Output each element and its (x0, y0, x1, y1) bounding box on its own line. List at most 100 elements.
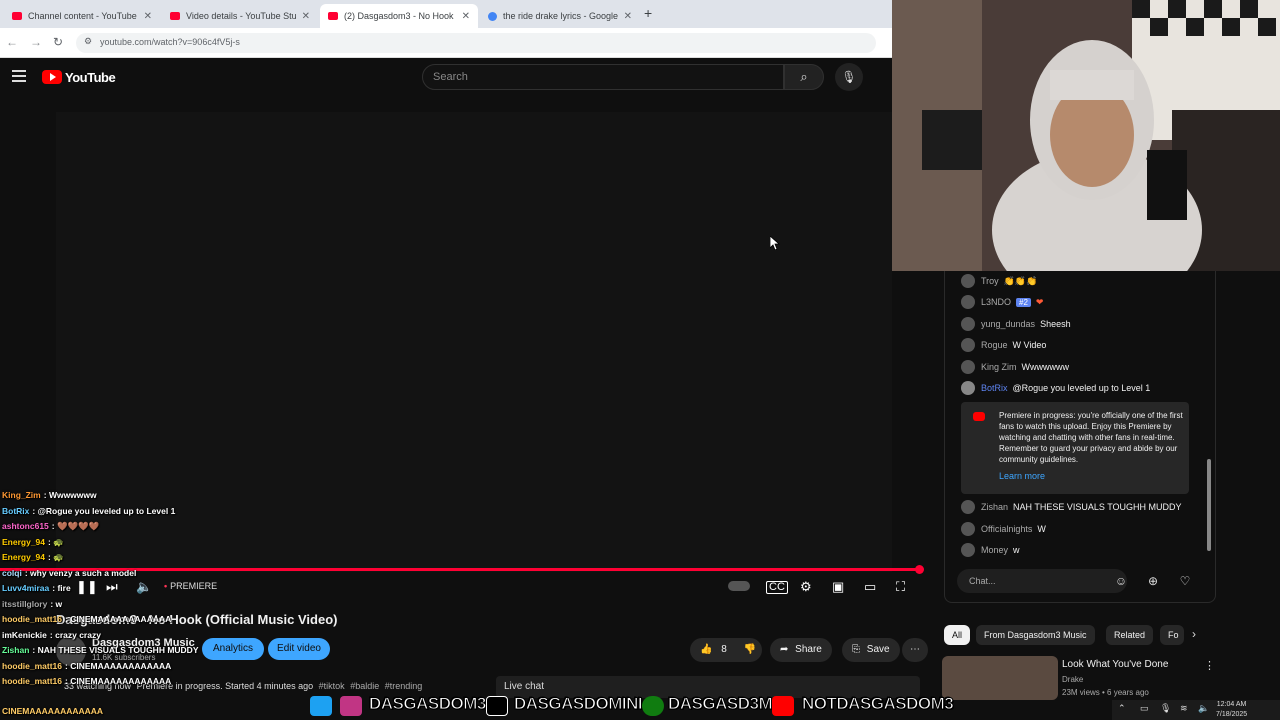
address-bar-row: ← → ↻ ⚙ youtube.com/watch?v=906c4fV5j-s (0, 28, 892, 58)
related-video-title[interactable]: Look What You've Done (1062, 659, 1168, 670)
wifi-icon[interactable]: ≋ (1180, 703, 1188, 714)
menu-hamburger-icon[interactable] (12, 70, 26, 82)
xbox-icon (642, 696, 664, 716)
bookmark-icon: ⎘ (852, 644, 860, 655)
browser-tab-google[interactable]: the ride drake lyrics - Google S ✕ (480, 4, 640, 28)
autoplay-toggle[interactable] (728, 581, 750, 591)
chevron-right-icon[interactable]: › (1192, 627, 1196, 641)
youtube-favicon-icon (328, 12, 338, 20)
chip-related[interactable]: Related (1106, 625, 1154, 645)
reload-icon[interactable]: ↻ (53, 35, 63, 49)
add-icon[interactable]: ⊕ (1143, 571, 1163, 591)
thumbs-down-icon[interactable]: 👎 (744, 644, 756, 655)
overlay-chat-line: imKenickie: crazy crazy (2, 630, 101, 640)
youtube-logo-text[interactable]: YouTube (65, 70, 116, 85)
avatar (961, 274, 975, 288)
search-placeholder: Search (433, 71, 468, 83)
chip-all[interactable]: All (944, 625, 971, 645)
browser-tab-video-details[interactable]: Video details - YouTube Studio ✕ (162, 4, 318, 28)
new-tab-button[interactable]: + (644, 5, 652, 21)
video-progress-bar[interactable] (0, 568, 920, 571)
network-icon[interactable]: ▭ (1140, 703, 1149, 714)
avatar (961, 543, 975, 557)
avatar (961, 522, 975, 536)
overlay-chat-line: Zishan: NAH THESE VISUALS TOUGHH MUDDY (2, 645, 199, 655)
hashtag[interactable]: #trending (385, 681, 423, 691)
overlay-chat-line: King_Zim: Wwwwwww (2, 490, 97, 500)
browser-tab-channel-content[interactable]: Channel content - YouTube Stu ✕ (4, 4, 160, 28)
forward-arrow-icon[interactable]: → (30, 35, 42, 49)
chip-for-you[interactable]: Fo (1160, 625, 1184, 645)
microphone-icon: 🎙 (841, 70, 857, 84)
fullscreen-icon[interactable]: ⛶ (896, 579, 905, 595)
voice-search-button[interactable]: 🎙 (835, 63, 863, 91)
tray-chevron-icon[interactable]: ⌃ (1118, 703, 1126, 714)
settings-gear-icon[interactable]: ⚙ (800, 579, 812, 595)
share-button[interactable]: ➦ Share (770, 638, 832, 662)
search-icon: ⌕ (800, 69, 808, 84)
like-count: 8 (721, 644, 727, 655)
more-actions-button[interactable]: ⋯ (902, 638, 928, 662)
chat-message: L3NDO #2 ❤ (961, 294, 1043, 310)
learn-more-link[interactable]: Learn more (999, 471, 1045, 481)
chat-message: Troy 👏👏👏 (961, 273, 1037, 289)
chat-message: King Zim Wwwwwww (961, 359, 1069, 375)
overlay-chat-line: colqi: why venzy a such a model (2, 568, 137, 578)
search-input[interactable]: Search (422, 64, 784, 90)
avatar (961, 338, 975, 352)
avatar (961, 360, 975, 374)
captions-icon[interactable]: CC (766, 581, 788, 594)
overlay-chat-line: Luvv4miraa: fire (2, 583, 71, 593)
close-tab-icon[interactable]: ✕ (302, 11, 310, 22)
avatar (961, 317, 975, 331)
chat-message: Money w (961, 542, 1020, 558)
overlay-chat-line: BotRix: @Rogue you leveled up to Level 1 (2, 506, 176, 516)
webcam-overlay (892, 0, 1280, 271)
chat-scrollbar[interactable] (1207, 459, 1211, 551)
more-vertical-icon[interactable]: ⋮ (1204, 659, 1215, 672)
edit-video-button[interactable]: Edit video (268, 638, 330, 660)
heart-icon[interactable]: ♡ (1175, 571, 1195, 591)
progress-scrubber[interactable] (915, 565, 924, 574)
overlay-chat-line: itsstillglory: w (2, 599, 63, 609)
pause-icon[interactable]: ❚❚ (76, 579, 98, 595)
analytics-button[interactable]: Analytics (202, 638, 264, 660)
hashtag[interactable]: #tiktok (319, 681, 345, 691)
emoji-icon[interactable]: ☺ (1111, 571, 1131, 591)
miniplayer-icon[interactable]: ▣ (832, 579, 844, 595)
system-clock[interactable]: 12:04 AM 7/18/2025 (1216, 700, 1247, 720)
tiktok-handle: DASGASDOMINI (513, 694, 643, 714)
video-player[interactable] (56, 112, 892, 572)
volume-icon[interactable]: 🔈 (136, 579, 152, 595)
avatar (961, 295, 975, 309)
theater-mode-icon[interactable]: ▭ (864, 579, 876, 595)
xbox-handle: DASGASD3M (667, 694, 773, 714)
url-field[interactable]: ⚙ youtube.com/watch?v=906c4fV5j-s (76, 33, 876, 53)
close-tab-icon[interactable]: ✕ (462, 11, 470, 22)
chip-from-channel[interactable]: From Dasgasdom3 Music (976, 625, 1095, 645)
youtube-masthead: YouTube Search ⌕ 🎙 (0, 58, 892, 98)
system-tray: ⌃ ▭ 🎙 ≋ 🔈 (1112, 700, 1280, 720)
next-icon[interactable]: ⏭ (106, 579, 118, 595)
thumbs-up-icon[interactable]: 👍 (700, 644, 712, 655)
chat-message: Zishan NAH THESE VISUALS TOUGHH MUDDY (961, 499, 1182, 515)
hashtag[interactable]: #baldie (350, 681, 379, 691)
close-tab-icon[interactable]: ✕ (144, 11, 152, 22)
browser-tab-watch[interactable]: (2) Dasgasdom3 - No Hook ✕ (320, 4, 478, 28)
speaker-icon[interactable]: 🔈 (1198, 703, 1209, 714)
url-text: youtube.com/watch?v=906c4fV5j-s (100, 37, 240, 47)
youtube-handle: NOTDASGASDOM3 (801, 694, 954, 714)
site-info-icon[interactable]: ⚙ (84, 36, 92, 47)
microphone-icon[interactable]: 🎙 (1160, 703, 1171, 714)
close-tab-icon[interactable]: ✕ (624, 11, 632, 22)
more-horizontal-icon: ⋯ (910, 644, 920, 655)
chat-input[interactable]: Chat... (957, 569, 1127, 593)
back-arrow-icon[interactable]: ← (6, 35, 18, 49)
youtube-logo-icon[interactable] (42, 70, 62, 84)
avatar (961, 500, 975, 514)
related-video-channel[interactable]: Drake (1062, 675, 1083, 684)
search-button[interactable]: ⌕ (784, 64, 824, 90)
chat-message: Rogue W Video (961, 337, 1046, 353)
share-icon: ➦ (780, 644, 789, 655)
save-button[interactable]: ⎘ Save (842, 638, 900, 662)
